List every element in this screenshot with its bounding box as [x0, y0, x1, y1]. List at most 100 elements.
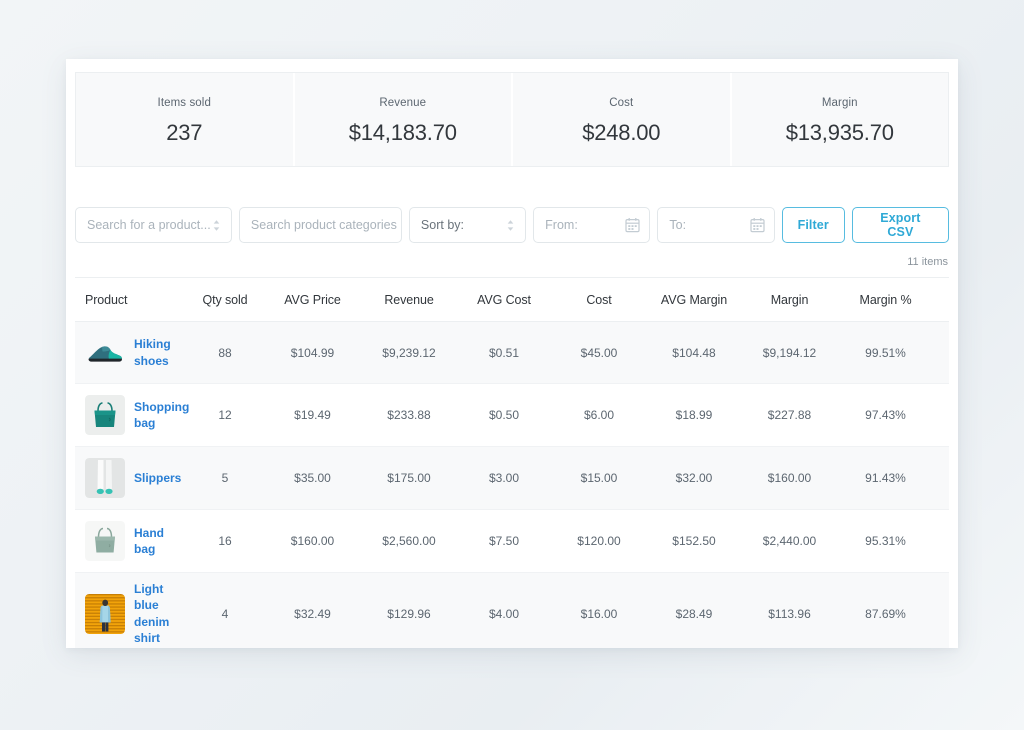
avg-price-cell: $19.49 [294, 408, 331, 422]
cost-cell: $120.00 [577, 534, 621, 548]
stat-margin: Margin $13,935.70 [732, 73, 949, 166]
stat-label: Items sold [157, 97, 211, 109]
date-from-placeholder: From: [545, 218, 578, 232]
revenue-cell: $175.00 [387, 471, 431, 485]
product-link[interactable]: Hiking shoes [134, 336, 176, 369]
margin-pct-cell: 91.43% [865, 471, 906, 485]
column-header-product: Product [85, 292, 128, 307]
margin-cell: $9,194.12 [762, 345, 817, 360]
column-header-qty-sold: Qty sold [202, 292, 248, 307]
cost-cell: $15.00 [580, 471, 618, 485]
sort-by-label: Sort by: [420, 218, 464, 232]
date-to-placeholder: To: [669, 218, 687, 232]
product-cell: Hand bag [75, 521, 186, 561]
items-count: 11 items [907, 256, 948, 268]
avg-price-cell: $35.00 [294, 471, 331, 485]
qty-sold-cell: 12 [218, 408, 232, 422]
report-card: Items sold 237 Revenue $14,183.70 Cost $… [66, 59, 958, 648]
margin-pct-cell: 99.51% [865, 345, 906, 360]
product-link[interactable]: Light blue denim shirt [134, 581, 176, 647]
avg-cost-cell: $3.00 [488, 471, 520, 485]
column-header-revenue: Revenue [384, 292, 434, 307]
column-header-avg-cost: AVG Cost [477, 292, 531, 307]
export-csv-button[interactable]: Export CSV [851, 207, 949, 243]
product-cell: Hiking shoes [75, 333, 186, 373]
avg-price-cell: $160.00 [290, 534, 335, 548]
slippers-thumbnail [85, 458, 125, 498]
product-cell: Slippers [75, 458, 186, 498]
summary-stats: Items sold 237 Revenue $14,183.70 Cost $… [75, 72, 949, 167]
calendar-icon[interactable] [625, 217, 640, 233]
revenue-cell: $9,239.12 [382, 345, 436, 360]
date-from-input[interactable]: From: [533, 207, 651, 243]
avg-cost-cell: $4.00 [488, 606, 520, 621]
avg-cost-cell: $0.51 [488, 345, 520, 360]
product-search-placeholder: Search for a product... [87, 218, 211, 232]
avg-margin-cell: $104.48 [672, 345, 716, 360]
product-cell: Shopping bag [75, 395, 189, 435]
filter-button[interactable]: Filter [781, 207, 845, 243]
margin-pct-cell: 87.69% [865, 606, 906, 621]
chevron-up-down-icon [505, 218, 516, 233]
stat-items-sold: Items sold 237 [76, 73, 295, 166]
revenue-cell: $129.96 [387, 606, 431, 621]
table-row[interactable]: Hiking shoes 88 $104.99 $9,239.12 $0.51 … [75, 322, 949, 384]
revenue-cell: $2,560.00 [382, 534, 436, 548]
stat-label: Cost [609, 97, 634, 109]
product-link[interactable]: Slippers [134, 470, 181, 487]
stat-value: 237 [166, 120, 203, 145]
sage-handbag-thumbnail [85, 521, 125, 561]
avg-cost-cell: $0.50 [488, 408, 520, 422]
date-to-input[interactable]: To: [657, 207, 775, 243]
cost-cell: $45.00 [580, 345, 618, 360]
column-header-margin: Margin [770, 292, 809, 307]
margin-cell: $160.00 [767, 471, 812, 485]
table-header-row: Product Qty sold AVG Price Revenue AVG C… [75, 278, 949, 322]
table-row[interactable]: Light blue denim shirt 4 $32.49 $129.96 … [75, 573, 949, 648]
qty-sold-cell: 16 [218, 534, 232, 548]
margin-cell: $2,440.00 [762, 534, 817, 548]
product-search-input[interactable]: Search for a product... [75, 207, 232, 243]
product-link[interactable]: Hand bag [134, 525, 176, 558]
margin-cell: $113.96 [768, 606, 811, 621]
denim-shirt-thumbnail [85, 593, 125, 634]
cost-cell: $16.00 [580, 606, 618, 621]
avg-price-cell: $104.99 [290, 345, 335, 360]
qty-sold-cell: 5 [221, 471, 229, 485]
table-row[interactable]: Slippers 5 $35.00 $175.00 $3.00 $15.00 $… [75, 447, 949, 510]
column-header-margin-pct: Margin % [859, 292, 912, 307]
qty-sold-cell: 88 [218, 345, 232, 360]
category-search-placeholder: Search product categories [250, 218, 397, 232]
stat-revenue: Revenue $14,183.70 [295, 73, 513, 166]
stat-label: Margin [821, 97, 858, 109]
revenue-cell: $233.88 [387, 408, 431, 422]
table-body: Hiking shoes 88 $104.99 $9,239.12 $0.51 … [75, 322, 949, 648]
margin-pct-cell: 97.43% [865, 408, 906, 422]
product-link[interactable]: Shopping bag [134, 399, 189, 432]
column-header-cost: Cost [586, 292, 612, 307]
avg-cost-cell: $7.50 [488, 534, 520, 548]
chevron-up-down-icon [211, 218, 222, 233]
table-row[interactable]: Shopping bag 12 $19.49 $233.88 $0.50 $6.… [75, 384, 949, 447]
avg-margin-cell: $28.49 [675, 606, 713, 621]
calendar-icon[interactable] [750, 217, 765, 233]
avg-margin-cell: $18.99 [675, 408, 713, 422]
margin-pct-cell: 95.31% [865, 534, 906, 548]
products-table: Product Qty sold AVG Price Revenue AVG C… [75, 277, 949, 648]
hiking-shoe-thumbnail [85, 333, 125, 373]
stat-value: $248.00 [582, 120, 661, 145]
filter-bar: Search for a product... Search product c… [75, 207, 949, 243]
stat-cost: Cost $248.00 [513, 73, 732, 166]
sort-by-select[interactable]: Sort by: [408, 207, 527, 243]
avg-price-cell: $32.49 [294, 606, 331, 621]
teal-tote-bag-thumbnail [85, 395, 125, 435]
cost-cell: $6.00 [583, 408, 615, 422]
stat-label: Revenue [379, 97, 427, 109]
product-cell: Light blue denim shirt [75, 581, 186, 647]
margin-cell: $227.88 [767, 408, 812, 422]
column-header-avg-margin: AVG Margin [660, 292, 728, 307]
qty-sold-cell: 4 [221, 606, 229, 621]
table-row[interactable]: Hand bag 16 $160.00 $2,560.00 $7.50 $120… [75, 510, 949, 573]
stat-value: $14,183.70 [348, 120, 457, 145]
category-search-input[interactable]: Search product categories [238, 207, 402, 243]
